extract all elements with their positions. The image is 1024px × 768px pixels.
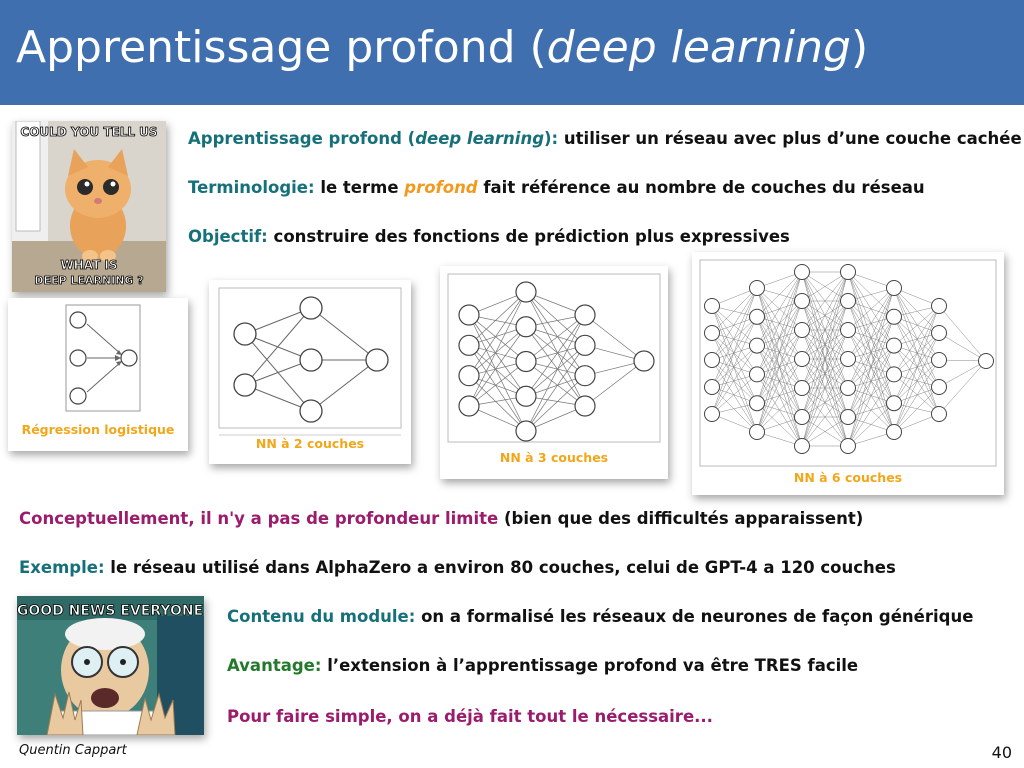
nn6-node [886,280,902,296]
nn6-edge [893,287,940,334]
nn3-node [515,420,537,442]
nn6-node [704,325,720,341]
nn3-node [458,395,480,417]
nn6-edge [847,403,895,447]
logistic-regression-diagram: Régression logistique [8,298,188,451]
nn6-node [840,380,856,396]
cat-meme-image: COULD YOU TELL US WHAT IS DEEP LEARNING … [12,121,166,292]
nn6-node [840,293,856,309]
nn3-node [574,395,596,417]
nn-2-layers-caption: NN à 2 couches [255,436,365,451]
nn3-node [515,350,537,373]
nn6-node [886,308,902,325]
nn6-edge [938,360,987,388]
nn6-node [886,366,902,383]
footer-author: Quentin Cappart [19,743,127,758]
nn6-node [749,337,765,354]
nn-6-layers-diagram: NN à 6 couches [692,252,1004,495]
nn3-node [574,334,596,356]
nn6-node [749,395,765,412]
cat-meme-top-text: COULD YOU TELL US [20,125,157,139]
nn3-edge [584,360,645,407]
nn6-edge [711,287,758,334]
nn6-node [794,264,810,280]
nn3-node [515,316,537,338]
nn3-node [574,304,596,326]
nn6-edge [893,386,940,433]
title-bar: Apprentissage profond (deep learning) [0,0,1024,105]
nn6-node [840,322,856,338]
cat-meme-bottom-text-2: DEEP LEARNING ? [34,274,143,287]
nn6-edge [756,271,803,346]
nn6-node [931,325,947,341]
terminology-line: Terminologie: le terme profond fait réfé… [188,178,925,197]
concept-line: Conceptuellement, il n'y a pas de profon… [19,509,864,528]
nn6-node [931,298,947,314]
nn3-node [574,365,596,387]
nn6-node [931,379,947,395]
nn-3-layers-caption: NN à 3 couches [499,450,609,465]
nn6-node [749,424,765,440]
nn6-node [794,380,810,396]
nn6-node [749,280,765,296]
nn6-node [749,308,765,325]
nn6-node [840,351,856,367]
nn6-node [840,264,856,280]
definition-line: Apprentissage profond (deep learning): u… [188,129,1022,148]
logistic-regression-caption: Régression logistique [21,422,175,437]
nn6-edge [756,387,803,433]
good-news-meme-image: GOOD NEWS EVERYONE [17,596,204,735]
cat-meme-bottom-text-1: WHAT IS [60,258,117,272]
nn6-node [886,395,902,412]
nn6-node [978,353,994,369]
nn-2-layers-diagram: NN à 2 couches [209,280,411,464]
nn6-node [749,366,765,383]
nn6-node [794,438,810,454]
nn3-node [515,281,537,303]
nn6-edge [893,305,940,346]
nn6-node [931,406,947,422]
nn6-node [704,379,720,395]
nn6-edge [711,305,758,346]
nn6-edge [893,374,940,415]
nn3-node [458,304,480,326]
nn6-node [931,352,947,368]
simple-line: Pour faire simple, on a déjà fait tout l… [227,707,713,726]
nn-3-layers-diagram: NN à 3 couches [440,266,668,479]
slide-title: Apprentissage profond (deep learning) [16,22,869,73]
nn6-node [840,409,856,425]
nn3-node [633,350,655,372]
nn6-node [794,351,810,367]
nn6-node [794,293,810,309]
advantage-line: Avantage: l’extension à l’apprentissage … [227,656,859,675]
nn3-edge [584,314,645,362]
objective-line: Objectif: construire des fonctions de pr… [188,227,790,246]
nn6-node [794,322,810,338]
nn6-node [704,352,720,368]
nn6-node [840,438,856,454]
good-news-meme-top-text: GOOD NEWS EVERYONE [17,603,203,619]
nn6-edge [711,386,758,433]
nn6-node [886,337,902,354]
nn6-node [886,424,902,440]
example-line: Exemple: le réseau utilisé dans AlphaZer… [19,558,896,577]
nn6-node [704,406,720,422]
nn3-node [458,365,480,387]
page-number: 40 [991,743,1012,762]
module-content-line: Contenu du module: on a formalisé les ré… [227,607,974,626]
nn6-edge [711,374,758,415]
nn-6-layers-caption: NN à 6 couches [793,470,903,485]
nn6-node [794,409,810,425]
nn3-node [458,334,480,356]
nn3-node [515,385,537,407]
nn6-node [704,298,720,314]
